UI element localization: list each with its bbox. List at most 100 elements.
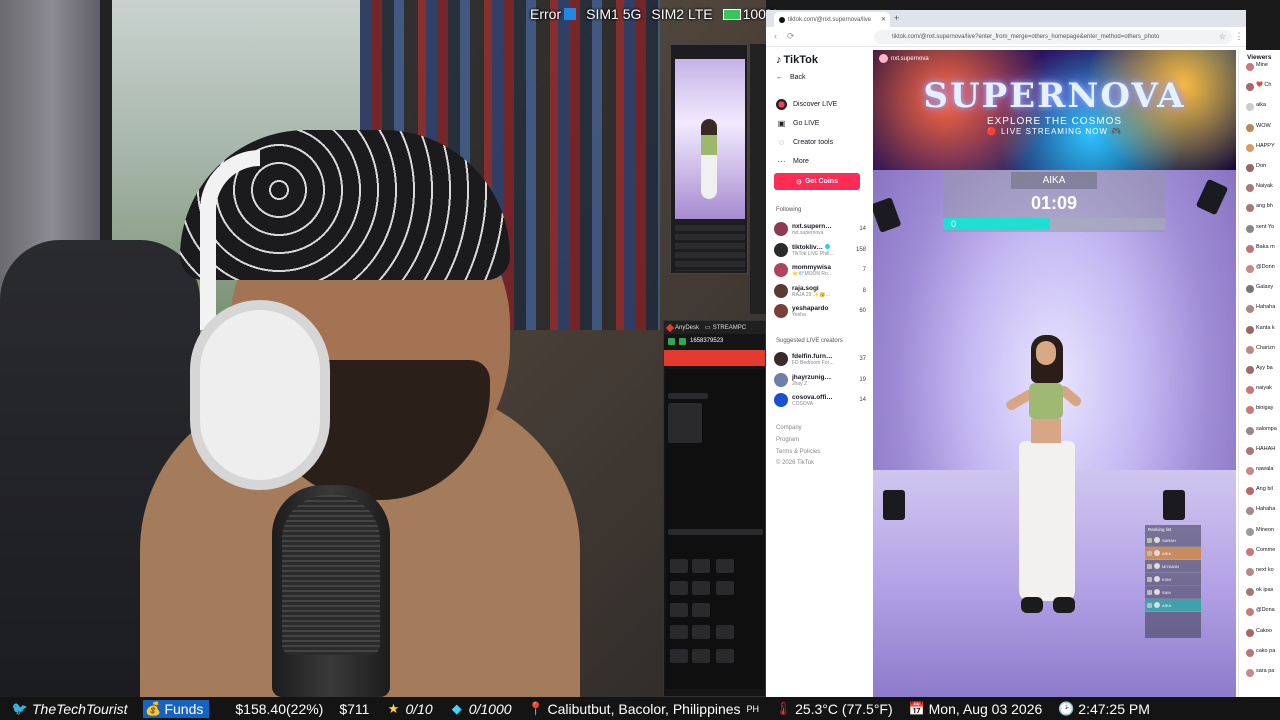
tiktok-note-icon: ♪ (776, 54, 782, 66)
monitor-icon: ▭ (705, 325, 711, 331)
ranking-row: AIKA (1145, 599, 1201, 612)
viewer-count: 37 (859, 356, 866, 362)
score-value: 0 (951, 219, 957, 229)
chat-message: aika (1246, 102, 1280, 120)
stream-scene: { "status_overlay": { "error": "Error", … (0, 0, 1280, 720)
date: 📅 Mon, Aug 03 2026 (908, 700, 1043, 717)
signal-icon (564, 8, 577, 20)
avatar (1246, 83, 1254, 92)
footer-program-link[interactable]: Program (776, 437, 799, 443)
host-badge[interactable]: nxt.supernova (879, 54, 929, 63)
following-item[interactable]: yeshapardo Yesha 60 (774, 301, 866, 321)
following-item[interactable]: tiktokliv… TikTok LIVE Phili… 158 (774, 240, 866, 260)
avatar (1246, 265, 1254, 273)
ranking-list[interactable]: Ranking list SARAH AIKA MIYAMIN KISH SAM… (1145, 525, 1201, 638)
anydesk-alert-bar (664, 350, 765, 366)
browser-menu-icon[interactable]: ⋮ (1232, 31, 1246, 42)
twitter-handle: 🐦 TheTechTourist (11, 700, 128, 717)
back-arrow-icon[interactable]: ‹ (774, 31, 777, 42)
avatar (1246, 143, 1254, 152)
chat-message: salompa (1246, 426, 1280, 444)
clock-icon: 🕑 (1058, 700, 1075, 716)
footer-terms-link[interactable]: Terms & Policies (776, 449, 820, 455)
sim2-status: SIM2 LTE (651, 6, 713, 22)
chat-message: ok ipas (1246, 587, 1280, 605)
ranking-row: SARAH (1145, 534, 1201, 547)
chat-message: sent Yo (1246, 224, 1280, 242)
get-coins-button[interactable]: ⊙ Get Coins (774, 173, 860, 190)
following-item[interactable]: nxt.supern… nxt.supernova 14 (774, 219, 866, 239)
avatar (1246, 446, 1254, 455)
chat-message: Ang bil (1246, 486, 1280, 504)
avatar (1246, 507, 1254, 516)
new-tab-button[interactable]: + (894, 13, 899, 23)
avatar (774, 352, 788, 366)
chat-text: cako pa (1256, 647, 1276, 654)
close-tab-icon[interactable]: ✕ (881, 16, 890, 23)
camera-icon: ▣ (777, 119, 786, 128)
banner-live-text: 🔴 LIVE STREAMING NOW 🎮 (986, 127, 1123, 136)
nav-discover-live[interactable]: Discover LIVE (776, 95, 868, 114)
avatar (1246, 568, 1254, 576)
anydesk-tab[interactable]: AnyDesk (665, 323, 699, 332)
coin-icon: ⊙ (796, 178, 802, 186)
dancer (1003, 335, 1093, 635)
viewers-chat-panel[interactable]: Viewers Mine ❤️ Ch aika WOW HAPPY Don Naiyak ang… (1238, 50, 1280, 697)
suggested-item[interactable]: jhayrzunig… Jhay Z 19 (774, 370, 866, 390)
chat-text: Comme (1256, 546, 1276, 553)
ranking-row: SAM (1145, 586, 1201, 599)
streampc-tab[interactable]: ▭ STREAMPC (705, 324, 746, 332)
chat-text: sara pa (1256, 668, 1275, 674)
address-bar-row: ‹ ⟳ tiktok.com/@nxt.supernova/live?enter… (766, 27, 1246, 47)
avatar (1246, 63, 1254, 71)
chat-text: @Donn (1256, 264, 1275, 270)
chat-text: WOW (1256, 122, 1271, 129)
nav-creator-tools[interactable]: ◌ Creator tools (776, 133, 868, 152)
chat-text: Cakoo (1256, 627, 1272, 634)
chat-text: salompa (1256, 425, 1277, 432)
back-link[interactable]: ← Back (776, 74, 806, 81)
browser-tab[interactable]: tiktok.com/@nxt.supernova/live ✕ (774, 12, 890, 27)
chat-message: Mine (1246, 62, 1280, 80)
tiktok-logo[interactable]: ♪ TikTok (776, 54, 818, 66)
suggested-item[interactable]: cosova.offi… COSOVA 14 (774, 390, 866, 410)
chat-text: Charizn (1256, 344, 1275, 351)
reload-icon[interactable]: ⟳ (787, 31, 795, 42)
chat-message: WOW (1246, 123, 1280, 141)
suggested-item[interactable]: fdelfin.furn… FD Bedroom For… 37 (774, 349, 866, 369)
avatar (1246, 426, 1254, 435)
chat-text: Baka m (1256, 243, 1275, 250)
chat-message: cako pa (1246, 648, 1280, 666)
score-bar: 0 (943, 218, 1165, 230)
chat-message: binigay (1246, 405, 1280, 423)
remote-desktop-view[interactable] (666, 369, 765, 689)
chat-text: next ko (1256, 567, 1274, 573)
chat-message: Kanta k (1246, 325, 1280, 343)
following-item[interactable]: raja.sogi RAJA 29 ✨🥳… 8 (774, 281, 866, 301)
chat-text: nawala (1256, 466, 1274, 472)
nav-more[interactable]: ··· More (776, 152, 868, 171)
timer-value: 01:09 (1030, 193, 1078, 213)
thermometer-icon: 🌡 (774, 700, 792, 716)
live-video[interactable]: nxt.supernova SUPERNOVA EXPLORE THE COSM… (873, 50, 1236, 697)
chat-message: Hahaha (1246, 506, 1280, 524)
anydesk-id-row: 1658379523 (664, 334, 765, 348)
nav-go-live[interactable]: ▣ Go LIVE (776, 114, 868, 133)
more-icon: ··· (777, 157, 786, 166)
stream-banner: nxt.supernova SUPERNOVA EXPLORE THE COSM… (873, 50, 1236, 170)
avatar (1246, 648, 1254, 657)
bookmark-icon[interactable]: ☆ (1219, 32, 1232, 41)
location-pin-icon: 📍 (527, 700, 544, 716)
footer-company-link[interactable]: Company (776, 425, 802, 431)
following-item[interactable]: mommywisa ⭐💎MOON Ro… 7 (774, 260, 866, 280)
diamond-icon: ◆ (451, 700, 462, 716)
gem-goal: ◆ 0/1000 (449, 701, 512, 717)
sim1-status: SIM1 5G (586, 6, 642, 22)
chat-message: @Donn (1246, 264, 1280, 282)
chat-text: Mine (1256, 62, 1268, 68)
tiktok-favicon-icon (779, 16, 785, 23)
chat-text: Mineon (1256, 526, 1275, 533)
avatar (1246, 588, 1254, 597)
anydesk-window[interactable]: AnyDesk ▭ STREAMPC 1658379523 (663, 320, 766, 697)
address-bar[interactable]: tiktok.com/@nxt.supernova/live?enter_fro… (874, 29, 1232, 44)
